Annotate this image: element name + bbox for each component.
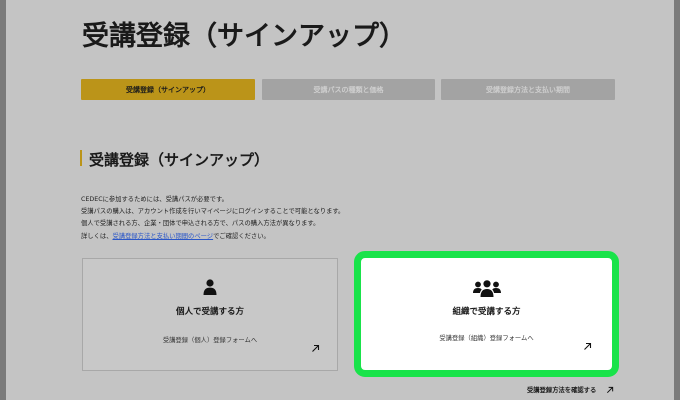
intro-prefix: 詳しくは、	[81, 232, 113, 240]
external-arrow-icon	[584, 342, 592, 350]
intro-line-3: 個人で受講される方、企業・団体で申込される方で、パスの購入方法が異なります。	[81, 220, 320, 228]
section-heading: 受講登録（サインアップ）	[89, 151, 270, 169]
page-title: 受講登録（サインアップ）	[82, 21, 406, 52]
organization-card-subtitle: 受講登録（組織）登録フォームへ	[439, 335, 534, 342]
intro-line-2: 受講パスの購入は、アカウント作成を行いマイページにログインすることで可能となりま…	[81, 208, 345, 216]
intro-suffix: でご確認ください。	[213, 232, 270, 240]
organization-card-highlight: 組織で受講する方 受講登録（組織）登録フォームへ	[354, 251, 619, 377]
person-icon	[203, 279, 217, 295]
intro-text: CEDECに参加するためには、受講パスが必要です。 受講パスの購入は、アカウント…	[81, 194, 344, 243]
organization-card-title: 組織で受講する方	[452, 307, 521, 317]
intro-line-4: 詳しくは、受講登録方法と支払い期間のページでご確認ください。	[81, 231, 344, 243]
external-arrow-icon	[312, 344, 320, 352]
tab-payment[interactable]: 受講登録方法と支払い期間	[441, 79, 615, 100]
organization-card[interactable]: 組織で受講する方 受講登録（組織）登録フォームへ	[369, 264, 604, 364]
signup-method-link[interactable]: 受講登録方法を確認する	[527, 385, 614, 394]
signup-method-link-label: 受講登録方法を確認する	[527, 387, 597, 394]
individual-card-subtitle: 受講登録（個人）登録フォームへ	[162, 337, 258, 344]
external-arrow-icon	[607, 386, 614, 393]
individual-card[interactable]: 個人で受講する方 受講登録（個人）登録フォームへ	[82, 258, 338, 371]
intro-line-1: CEDECに参加するためには、受講パスが必要です。	[81, 196, 228, 203]
tab-signup[interactable]: 受講登録（サインアップ）	[81, 79, 255, 100]
group-icon	[472, 280, 501, 297]
tab-pass-types[interactable]: 受講パスの種類と価格	[262, 79, 435, 100]
payment-page-link[interactable]: 受講登録方法と支払い期間のページ	[112, 233, 213, 240]
individual-card-title: 個人で受講する方	[175, 307, 244, 317]
section-accent-bar	[80, 150, 82, 166]
